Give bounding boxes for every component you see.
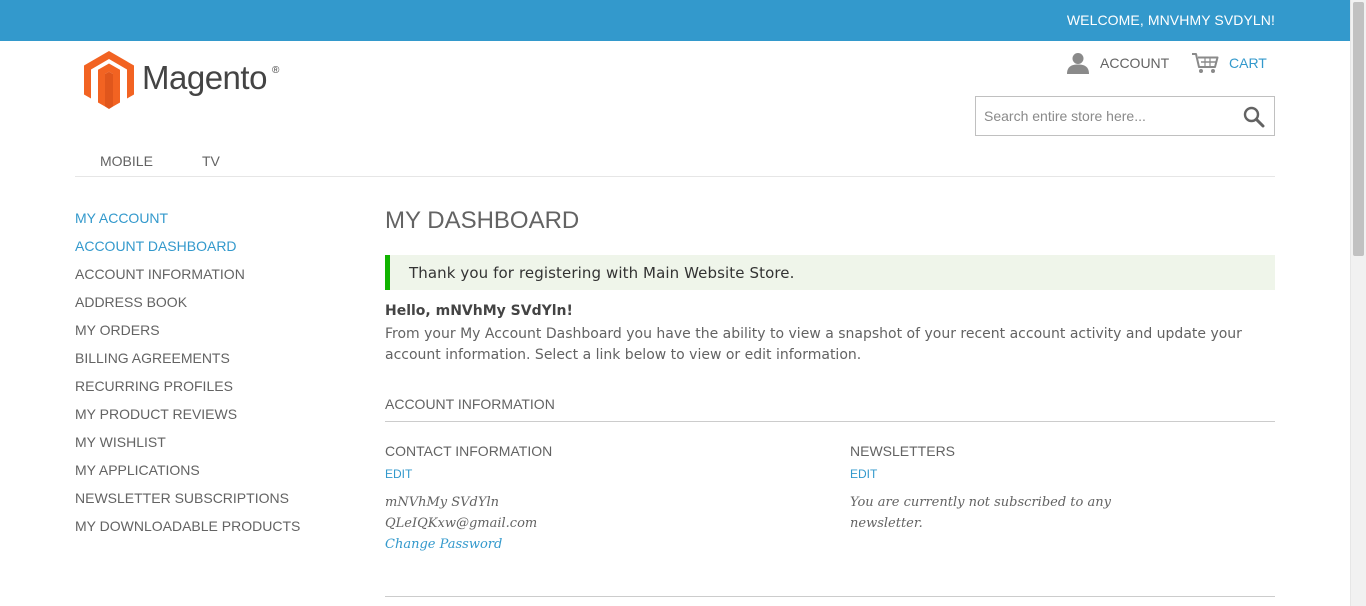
account-information-heading: ACCOUNT INFORMATION	[385, 395, 1275, 422]
store-logo[interactable]: Magento ®	[84, 51, 284, 109]
sidebar-item-wishlist[interactable]: MY WISHLIST	[75, 434, 300, 462]
account-link[interactable]: ACCOUNT	[1066, 52, 1169, 74]
newsletters-title: NEWSLETTERS	[850, 443, 956, 459]
dashboard-intro: From your My Account Dashboard you have …	[385, 326, 1242, 363]
sidebar-item-newsletter-subscriptions[interactable]: NEWSLETTER SUBSCRIPTIONS	[75, 490, 300, 518]
contact-name: mNVhMy SVdYln	[385, 495, 499, 510]
cart-link[interactable]: CART	[1191, 52, 1267, 74]
change-password-link[interactable]: Change Password	[385, 534, 502, 555]
sidebar-item-my-orders[interactable]: MY ORDERS	[75, 322, 300, 350]
newsletters-edit-link[interactable]: EDIT	[850, 467, 877, 481]
scrollbar-thumb[interactable]	[1353, 2, 1364, 256]
sidebar-title: MY ACCOUNT	[75, 210, 169, 226]
greeting: Hello, mNVhMy SVdYln!	[385, 303, 573, 319]
nav-item-tv[interactable]: TV	[202, 153, 220, 169]
logo-registered-mark: ®	[272, 65, 280, 76]
account-link-label: ACCOUNT	[1100, 55, 1170, 71]
magento-logo-icon	[84, 51, 134, 109]
logo-wordmark: Magento	[142, 59, 267, 96]
sidebar-item-downloadable-products[interactable]: MY DOWNLOADABLE PRODUCTS	[75, 518, 300, 546]
sidebar-item-product-reviews[interactable]: MY PRODUCT REVIEWS	[75, 406, 300, 434]
welcome-bar: WELCOME, MNVHMY SVDYLN!	[0, 0, 1350, 41]
success-message: Thank you for registering with Main Webs…	[385, 255, 1275, 290]
cart-icon	[1192, 53, 1219, 73]
contact-email: QLeIQKxw@gmail.com	[385, 516, 538, 531]
contact-information-title: CONTACT INFORMATION	[385, 443, 553, 459]
sidebar-item-account-dashboard[interactable]: ACCOUNT DASHBOARD	[75, 238, 300, 266]
account-sidebar-nav: ACCOUNT DASHBOARD ACCOUNT INFORMATION AD…	[75, 238, 300, 546]
page-title: MY DASHBOARD	[385, 207, 580, 234]
newsletter-status-line-1: You are currently not subscribed to any	[850, 495, 1111, 510]
contact-edit-link[interactable]: EDIT	[385, 467, 412, 481]
sidebar-item-account-information[interactable]: ACCOUNT INFORMATION	[75, 266, 300, 294]
sidebar-item-billing-agreements[interactable]: BILLING AGREEMENTS	[75, 350, 300, 378]
sidebar-item-applications[interactable]: MY APPLICATIONS	[75, 462, 300, 490]
success-message-text: Thank you for registering with Main Webs…	[409, 264, 795, 282]
nav-item-mobile[interactable]: MOBILE	[100, 153, 153, 169]
main-navigation: MOBILE TV	[75, 149, 1275, 177]
search-icon[interactable]	[1242, 105, 1266, 129]
sidebar-item-recurring-profiles[interactable]: RECURRING PROFILES	[75, 378, 300, 406]
search-box	[975, 96, 1275, 136]
cart-link-label: CART	[1229, 55, 1267, 71]
page-scrollbar[interactable]	[1350, 0, 1366, 606]
section-divider	[385, 596, 1275, 597]
newsletter-status-line-2: newsletter.	[850, 516, 923, 531]
sidebar-item-address-book[interactable]: ADDRESS BOOK	[75, 294, 300, 322]
account-information-title: ACCOUNT INFORMATION	[385, 396, 555, 412]
search-input[interactable]	[976, 97, 1234, 135]
user-icon	[1067, 53, 1089, 74]
welcome-message: WELCOME, MNVHMY SVDYLN!	[1066, 12, 1275, 28]
